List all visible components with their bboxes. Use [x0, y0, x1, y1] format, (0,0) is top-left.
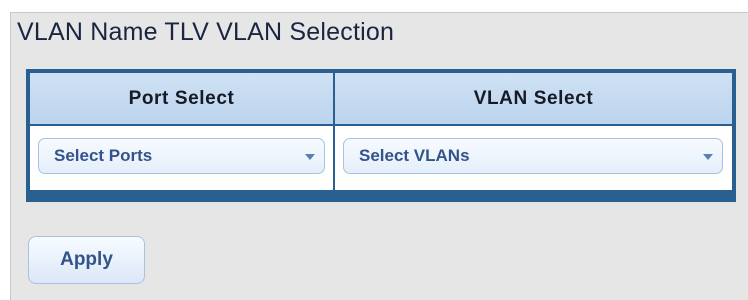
port-select-cell: Select Ports: [30, 126, 333, 190]
chevron-down-icon: [703, 154, 713, 160]
vlan-select-value: Select VLANs: [359, 146, 470, 165]
section-title: VLAN Name TLV VLAN Selection: [17, 18, 395, 46]
apply-button[interactable]: Apply: [28, 236, 145, 284]
chevron-down-icon: [305, 154, 315, 160]
column-header-port-select: Port Select: [30, 73, 333, 124]
column-header-vlan-select: VLAN Select: [335, 73, 732, 124]
port-select-dropdown[interactable]: Select Ports: [38, 138, 325, 174]
vlan-selection-table: Port Select VLAN Select Select Ports Sel…: [26, 69, 736, 202]
vlan-select-cell: Select VLANs: [335, 126, 732, 190]
port-select-value: Select Ports: [54, 146, 153, 165]
vlan-select-dropdown[interactable]: Select VLANs: [343, 138, 723, 174]
